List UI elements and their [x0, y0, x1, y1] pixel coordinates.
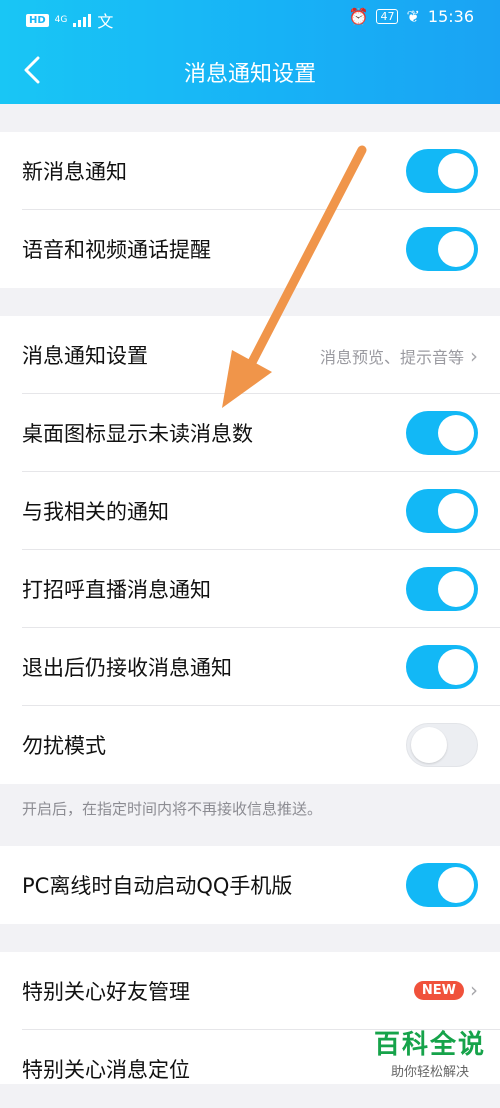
battery-icon: 47	[376, 9, 399, 24]
status-bar: HD 4G 文 ⏰ 47 ❦ 15:36	[0, 0, 500, 34]
group-message-settings: 消息通知设置 消息预览、提示音等 › 桌面图标显示未读消息数 与我相关的通知 打…	[0, 316, 500, 784]
row-label: 退出后仍接收消息通知	[22, 656, 232, 680]
row-receive-after-exit[interactable]: 退出后仍接收消息通知	[0, 628, 500, 706]
status-time: 15:36	[427, 7, 474, 26]
alarm-icon: ⏰	[348, 7, 369, 26]
badge-count-toggle[interactable]	[406, 411, 478, 455]
row-label: 特别关心好友管理	[22, 980, 190, 1004]
greeting-live-toggle[interactable]	[406, 567, 478, 611]
row-pc-offline[interactable]: PC离线时自动启动QQ手机版	[0, 846, 500, 924]
row-message-settings[interactable]: 消息通知设置 消息预览、提示音等 ›	[0, 316, 500, 394]
row-label: PC离线时自动启动QQ手机版	[22, 874, 293, 898]
row-value: 消息预览、提示音等	[319, 348, 464, 367]
group-notifications: 新消息通知 语音和视频通话提醒	[0, 132, 500, 288]
related-notify-toggle[interactable]	[406, 489, 478, 533]
row-new-message[interactable]: 新消息通知	[0, 132, 500, 210]
do-not-disturb-toggle[interactable]	[406, 723, 478, 767]
chevron-right-icon: ›	[470, 978, 478, 1002]
group-pc-offline: PC离线时自动启动QQ手机版	[0, 846, 500, 924]
new-badge: NEW	[413, 980, 464, 1000]
row-voice-video[interactable]: 语音和视频通话提醒	[0, 210, 500, 288]
row-related-notify[interactable]: 与我相关的通知	[0, 472, 500, 550]
row-greeting-live[interactable]: 打招呼直播消息通知	[0, 550, 500, 628]
app-notification-icon: 文	[97, 12, 114, 31]
row-label: 桌面图标显示未读消息数	[22, 422, 253, 446]
signal-icon	[73, 13, 92, 27]
row-label: 特别关心消息定位	[22, 1058, 190, 1082]
row-label: 消息通知设置	[22, 344, 148, 368]
row-label: 勿扰模式	[22, 734, 106, 758]
pc-offline-toggle[interactable]	[406, 863, 478, 907]
watermark-subtitle: 助你轻松解决	[390, 1065, 469, 1080]
dnd-hint: 开启后，在指定时间内将不再接收信息推送。	[22, 800, 323, 818]
row-label: 打招呼直播消息通知	[22, 578, 211, 602]
new-message-toggle[interactable]	[406, 149, 478, 193]
row-badge-count[interactable]: 桌面图标显示未读消息数	[0, 394, 500, 472]
network-type: 4G	[54, 15, 68, 25]
leaf-icon: ❦	[406, 7, 420, 26]
chevron-right-icon: ›	[470, 344, 478, 368]
row-label: 新消息通知	[22, 160, 127, 184]
row-label: 语音和视频通话提醒	[22, 238, 211, 262]
watermark: 百科全说 助你轻松解决	[374, 1024, 486, 1080]
row-do-not-disturb[interactable]: 勿扰模式	[0, 706, 500, 784]
watermark-title: 百科全说	[373, 1030, 486, 1060]
receive-after-exit-toggle[interactable]	[406, 645, 478, 689]
row-label: 与我相关的通知	[22, 500, 169, 524]
page-title: 消息通知设置	[183, 62, 316, 87]
app-header: HD 4G 文 ⏰ 47 ❦ 15:36 消息通知设置	[0, 0, 500, 104]
hd-icon: HD	[26, 13, 49, 27]
row-special-friends[interactable]: 特别关心好友管理 NEW ›	[0, 952, 500, 1030]
voice-video-toggle[interactable]	[406, 227, 478, 271]
